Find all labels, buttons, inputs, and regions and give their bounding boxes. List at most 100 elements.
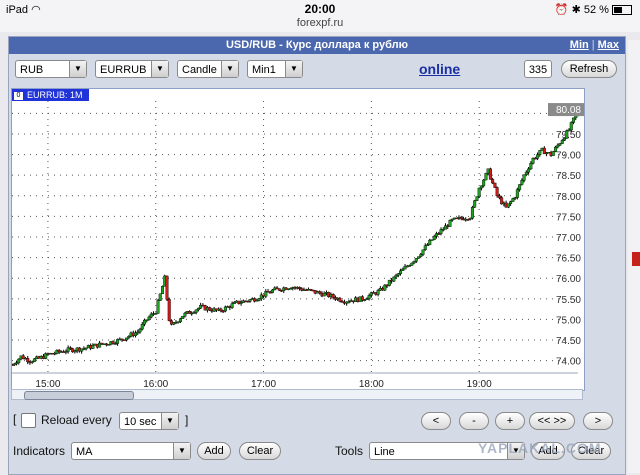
candle-body bbox=[551, 151, 555, 156]
candle-body bbox=[178, 318, 182, 322]
candle-body bbox=[497, 195, 501, 198]
window-title: USD/RUB - Курс доллара к рублю bbox=[225, 39, 409, 51]
chart-widget: USD/RUB - Курс доллара к рублю Min | Max R… bbox=[8, 36, 626, 475]
battery-icon bbox=[612, 5, 632, 16]
scrollbar-thumb[interactable] bbox=[24, 391, 134, 400]
reload-row: [ Reload every 10 sec ▼ ] < - + << >> > bbox=[9, 409, 625, 433]
candle-body bbox=[140, 323, 144, 330]
y-tick-label: 79.00 bbox=[556, 151, 581, 162]
y-tick-label: 78.50 bbox=[556, 171, 581, 182]
candle-body bbox=[563, 138, 567, 141]
candle-body bbox=[529, 163, 533, 170]
candle-body bbox=[536, 154, 540, 159]
candle-body bbox=[248, 299, 252, 302]
candle-body bbox=[134, 332, 138, 336]
candle-body bbox=[482, 179, 486, 187]
candle-body bbox=[338, 297, 342, 302]
candle-body bbox=[277, 288, 281, 291]
candle-body bbox=[394, 274, 398, 278]
y-tick-label: 76.00 bbox=[556, 274, 581, 285]
bluetooth-icon: ✱ bbox=[571, 4, 581, 16]
zoom-in-button[interactable]: + bbox=[495, 412, 525, 430]
candle-body bbox=[392, 276, 396, 282]
candle-body bbox=[448, 219, 452, 227]
add-indicator-button[interactable]: Add bbox=[197, 442, 231, 460]
candle-body bbox=[484, 173, 488, 181]
chart-type-select[interactable]: Candle ▼ bbox=[177, 60, 239, 78]
indicator-select[interactable]: MA ▼ bbox=[71, 442, 191, 460]
pair-select[interactable]: EURRUB ▼ bbox=[95, 60, 169, 78]
scroll-left-button[interactable]: < bbox=[421, 412, 451, 430]
min-link[interactable]: Min bbox=[570, 39, 589, 51]
chart-toolbar: RUB ▼ EURRUB ▼ Candle ▼ Min1 ▼ online 335 Re… bbox=[9, 57, 625, 85]
candle-body bbox=[569, 122, 573, 131]
candle-body bbox=[524, 171, 528, 176]
candle-body bbox=[493, 182, 497, 188]
tools-label: Tools bbox=[335, 444, 364, 458]
currency-select[interactable]: RUB ▼ bbox=[15, 60, 87, 78]
candle-body bbox=[565, 130, 569, 139]
candle-body bbox=[554, 146, 558, 152]
candle-body bbox=[156, 300, 160, 314]
battery-status: ⏰ ✱ 52 % bbox=[555, 3, 632, 16]
candle-body bbox=[125, 337, 129, 341]
window-titlebar: USD/RUB - Курс доллара к рублю Min | Max bbox=[9, 37, 625, 54]
scroll-right-button[interactable]: > bbox=[583, 412, 613, 430]
candle-body bbox=[181, 315, 185, 319]
y-tick-label: 77.50 bbox=[556, 212, 581, 223]
timeframe-select[interactable]: Min1 ▼ bbox=[247, 60, 303, 78]
candle-body bbox=[401, 268, 405, 271]
candle-body bbox=[509, 201, 513, 205]
candle-body bbox=[194, 309, 198, 313]
price-chart[interactable]: 74.00 74.50 75.00 75.50 76.00 76.50 77.00 77.50… bbox=[10, 88, 585, 391]
candle-body bbox=[556, 144, 560, 148]
bars-count-input[interactable]: 335 bbox=[524, 60, 552, 78]
online-link[interactable]: online bbox=[419, 61, 460, 77]
candle-body bbox=[158, 293, 162, 301]
dropdown-arrow-icon: ▼ bbox=[161, 413, 178, 429]
max-link[interactable]: Max bbox=[598, 39, 619, 51]
dropdown-arrow-icon: ▼ bbox=[285, 61, 302, 77]
candle-body bbox=[419, 254, 423, 257]
y-tick-label: 75.00 bbox=[556, 315, 581, 326]
candle-body bbox=[417, 256, 421, 259]
y-tick-label: 76.50 bbox=[556, 254, 581, 265]
candle-body bbox=[138, 328, 142, 333]
dropdown-arrow-icon: ▼ bbox=[221, 61, 238, 77]
watermark: YAPLAKAL.COM bbox=[478, 440, 602, 456]
fit-all-button[interactable]: << >> bbox=[529, 412, 575, 430]
chart-scrollbar[interactable] bbox=[11, 389, 583, 400]
y-tick-label: 75.50 bbox=[556, 295, 581, 306]
candle-body bbox=[432, 236, 436, 240]
candle-body bbox=[520, 180, 524, 185]
candle-body bbox=[414, 258, 418, 262]
candle-body bbox=[111, 341, 115, 344]
candle-body bbox=[183, 312, 187, 317]
candle-body bbox=[470, 206, 474, 219]
candlestick-chart: 74.00 74.50 75.00 75.50 76.00 76.50 77.00 77.50… bbox=[10, 101, 584, 390]
reload-checkbox[interactable] bbox=[21, 413, 36, 428]
candle-body bbox=[491, 179, 495, 184]
candle-body bbox=[26, 358, 30, 363]
candle-body bbox=[572, 117, 576, 123]
clear-indicators-button[interactable]: Clear bbox=[239, 442, 281, 460]
candle-body bbox=[147, 316, 151, 320]
reload-interval-select[interactable]: 10 sec ▼ bbox=[119, 412, 179, 430]
refresh-button[interactable]: Refresh bbox=[561, 60, 617, 78]
candle-body bbox=[376, 290, 380, 295]
candle-body bbox=[410, 262, 414, 266]
candle-body bbox=[257, 298, 261, 301]
candle-body bbox=[399, 270, 403, 274]
candle-body bbox=[522, 174, 526, 181]
address-bar[interactable]: forexpf.ru bbox=[0, 17, 640, 29]
y-tick-label: 74.00 bbox=[556, 357, 581, 368]
instrument-label: 0 EURRUB: 1M bbox=[12, 89, 89, 101]
candle-body bbox=[208, 307, 212, 311]
zoom-out-button[interactable]: - bbox=[459, 412, 489, 430]
candle-body bbox=[219, 308, 223, 312]
dropdown-arrow-icon: ▼ bbox=[151, 61, 168, 77]
candle-body bbox=[477, 187, 481, 197]
candle-body bbox=[475, 196, 479, 201]
candle-body bbox=[518, 184, 522, 190]
y-tick-label: 77.00 bbox=[556, 233, 581, 244]
